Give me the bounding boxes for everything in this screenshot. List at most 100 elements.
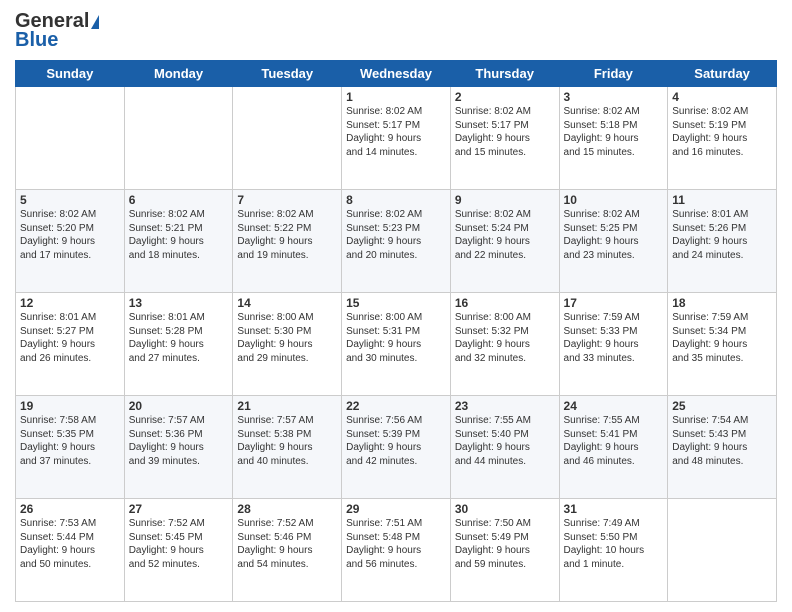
calendar-cell: 20Sunrise: 7:57 AM Sunset: 5:36 PM Dayli… — [124, 396, 233, 499]
day-info: Sunrise: 7:55 AM Sunset: 5:41 PM Dayligh… — [564, 414, 664, 468]
day-info: Sunrise: 7:51 AM Sunset: 5:48 PM Dayligh… — [346, 517, 446, 571]
day-info: Sunrise: 8:02 AM Sunset: 5:17 PM Dayligh… — [455, 105, 555, 159]
day-info: Sunrise: 7:49 AM Sunset: 5:50 PM Dayligh… — [564, 517, 664, 571]
day-info: Sunrise: 8:00 AM Sunset: 5:32 PM Dayligh… — [455, 311, 555, 365]
day-header-thursday: Thursday — [450, 61, 559, 87]
day-info: Sunrise: 8:01 AM Sunset: 5:26 PM Dayligh… — [672, 208, 772, 262]
calendar-cell: 27Sunrise: 7:52 AM Sunset: 5:45 PM Dayli… — [124, 499, 233, 602]
calendar-cell: 24Sunrise: 7:55 AM Sunset: 5:41 PM Dayli… — [559, 396, 668, 499]
calendar-cell: 17Sunrise: 7:59 AM Sunset: 5:33 PM Dayli… — [559, 293, 668, 396]
calendar-week-1: 1Sunrise: 8:02 AM Sunset: 5:17 PM Daylig… — [16, 87, 777, 190]
calendar-cell: 2Sunrise: 8:02 AM Sunset: 5:17 PM Daylig… — [450, 87, 559, 190]
calendar-cell: 1Sunrise: 8:02 AM Sunset: 5:17 PM Daylig… — [342, 87, 451, 190]
day-info: Sunrise: 7:58 AM Sunset: 5:35 PM Dayligh… — [20, 414, 120, 468]
day-number: 31 — [564, 502, 664, 516]
day-number: 14 — [237, 296, 337, 310]
day-info: Sunrise: 8:01 AM Sunset: 5:28 PM Dayligh… — [129, 311, 229, 365]
day-header-tuesday: Tuesday — [233, 61, 342, 87]
day-number: 2 — [455, 90, 555, 104]
page: General Blue SundayMondayTuesdayWednesda… — [0, 0, 792, 612]
day-info: Sunrise: 8:02 AM Sunset: 5:17 PM Dayligh… — [346, 105, 446, 159]
calendar-cell — [16, 87, 125, 190]
calendar-cell: 4Sunrise: 8:02 AM Sunset: 5:19 PM Daylig… — [668, 87, 777, 190]
day-info: Sunrise: 8:02 AM Sunset: 5:20 PM Dayligh… — [20, 208, 120, 262]
day-header-saturday: Saturday — [668, 61, 777, 87]
calendar-cell: 5Sunrise: 8:02 AM Sunset: 5:20 PM Daylig… — [16, 190, 125, 293]
day-number: 1 — [346, 90, 446, 104]
calendar-cell: 13Sunrise: 8:01 AM Sunset: 5:28 PM Dayli… — [124, 293, 233, 396]
day-number: 11 — [672, 193, 772, 207]
day-header-friday: Friday — [559, 61, 668, 87]
calendar-header-row: SundayMondayTuesdayWednesdayThursdayFrid… — [16, 61, 777, 87]
day-info: Sunrise: 8:00 AM Sunset: 5:31 PM Dayligh… — [346, 311, 446, 365]
day-number: 15 — [346, 296, 446, 310]
day-info: Sunrise: 8:02 AM Sunset: 5:24 PM Dayligh… — [455, 208, 555, 262]
day-header-wednesday: Wednesday — [342, 61, 451, 87]
calendar-cell: 30Sunrise: 7:50 AM Sunset: 5:49 PM Dayli… — [450, 499, 559, 602]
logo-blue: Blue — [15, 29, 58, 52]
calendar-cell — [124, 87, 233, 190]
day-number: 6 — [129, 193, 229, 207]
day-info: Sunrise: 7:55 AM Sunset: 5:40 PM Dayligh… — [455, 414, 555, 468]
calendar-cell: 6Sunrise: 8:02 AM Sunset: 5:21 PM Daylig… — [124, 190, 233, 293]
calendar-cell: 7Sunrise: 8:02 AM Sunset: 5:22 PM Daylig… — [233, 190, 342, 293]
day-info: Sunrise: 8:02 AM Sunset: 5:25 PM Dayligh… — [564, 208, 664, 262]
day-number: 28 — [237, 502, 337, 516]
day-info: Sunrise: 8:02 AM Sunset: 5:18 PM Dayligh… — [564, 105, 664, 159]
day-number: 20 — [129, 399, 229, 413]
calendar-cell: 28Sunrise: 7:52 AM Sunset: 5:46 PM Dayli… — [233, 499, 342, 602]
calendar-cell: 12Sunrise: 8:01 AM Sunset: 5:27 PM Dayli… — [16, 293, 125, 396]
day-info: Sunrise: 7:59 AM Sunset: 5:33 PM Dayligh… — [564, 311, 664, 365]
day-number: 10 — [564, 193, 664, 207]
calendar-cell: 23Sunrise: 7:55 AM Sunset: 5:40 PM Dayli… — [450, 396, 559, 499]
calendar-week-5: 26Sunrise: 7:53 AM Sunset: 5:44 PM Dayli… — [16, 499, 777, 602]
calendar-cell: 29Sunrise: 7:51 AM Sunset: 5:48 PM Dayli… — [342, 499, 451, 602]
day-number: 22 — [346, 399, 446, 413]
day-number: 13 — [129, 296, 229, 310]
logo: General Blue — [15, 10, 99, 52]
day-info: Sunrise: 8:01 AM Sunset: 5:27 PM Dayligh… — [20, 311, 120, 365]
day-info: Sunrise: 8:02 AM Sunset: 5:21 PM Dayligh… — [129, 208, 229, 262]
day-info: Sunrise: 8:02 AM Sunset: 5:19 PM Dayligh… — [672, 105, 772, 159]
calendar-cell: 8Sunrise: 8:02 AM Sunset: 5:23 PM Daylig… — [342, 190, 451, 293]
calendar-cell: 22Sunrise: 7:56 AM Sunset: 5:39 PM Dayli… — [342, 396, 451, 499]
day-info: Sunrise: 7:52 AM Sunset: 5:46 PM Dayligh… — [237, 517, 337, 571]
day-info: Sunrise: 7:50 AM Sunset: 5:49 PM Dayligh… — [455, 517, 555, 571]
day-number: 29 — [346, 502, 446, 516]
calendar-cell — [668, 499, 777, 602]
calendar-cell: 19Sunrise: 7:58 AM Sunset: 5:35 PM Dayli… — [16, 396, 125, 499]
logo-triangle-icon — [91, 15, 99, 29]
day-number: 7 — [237, 193, 337, 207]
calendar-cell: 11Sunrise: 8:01 AM Sunset: 5:26 PM Dayli… — [668, 190, 777, 293]
day-info: Sunrise: 7:52 AM Sunset: 5:45 PM Dayligh… — [129, 517, 229, 571]
day-number: 17 — [564, 296, 664, 310]
calendar-cell: 26Sunrise: 7:53 AM Sunset: 5:44 PM Dayli… — [16, 499, 125, 602]
day-number: 30 — [455, 502, 555, 516]
day-number: 18 — [672, 296, 772, 310]
header: General Blue — [15, 10, 777, 52]
day-header-monday: Monday — [124, 61, 233, 87]
day-number: 5 — [20, 193, 120, 207]
calendar-cell: 9Sunrise: 8:02 AM Sunset: 5:24 PM Daylig… — [450, 190, 559, 293]
day-number: 19 — [20, 399, 120, 413]
day-number: 8 — [346, 193, 446, 207]
day-number: 27 — [129, 502, 229, 516]
day-number: 25 — [672, 399, 772, 413]
day-number: 24 — [564, 399, 664, 413]
day-info: Sunrise: 8:02 AM Sunset: 5:22 PM Dayligh… — [237, 208, 337, 262]
day-info: Sunrise: 8:02 AM Sunset: 5:23 PM Dayligh… — [346, 208, 446, 262]
day-info: Sunrise: 8:00 AM Sunset: 5:30 PM Dayligh… — [237, 311, 337, 365]
day-info: Sunrise: 7:53 AM Sunset: 5:44 PM Dayligh… — [20, 517, 120, 571]
day-number: 21 — [237, 399, 337, 413]
calendar-cell: 10Sunrise: 8:02 AM Sunset: 5:25 PM Dayli… — [559, 190, 668, 293]
day-info: Sunrise: 7:54 AM Sunset: 5:43 PM Dayligh… — [672, 414, 772, 468]
calendar-week-3: 12Sunrise: 8:01 AM Sunset: 5:27 PM Dayli… — [16, 293, 777, 396]
day-number: 26 — [20, 502, 120, 516]
day-number: 3 — [564, 90, 664, 104]
calendar-week-2: 5Sunrise: 8:02 AM Sunset: 5:20 PM Daylig… — [16, 190, 777, 293]
calendar-cell — [233, 87, 342, 190]
calendar-cell: 25Sunrise: 7:54 AM Sunset: 5:43 PM Dayli… — [668, 396, 777, 499]
day-info: Sunrise: 7:57 AM Sunset: 5:36 PM Dayligh… — [129, 414, 229, 468]
day-number: 4 — [672, 90, 772, 104]
calendar-cell: 21Sunrise: 7:57 AM Sunset: 5:38 PM Dayli… — [233, 396, 342, 499]
